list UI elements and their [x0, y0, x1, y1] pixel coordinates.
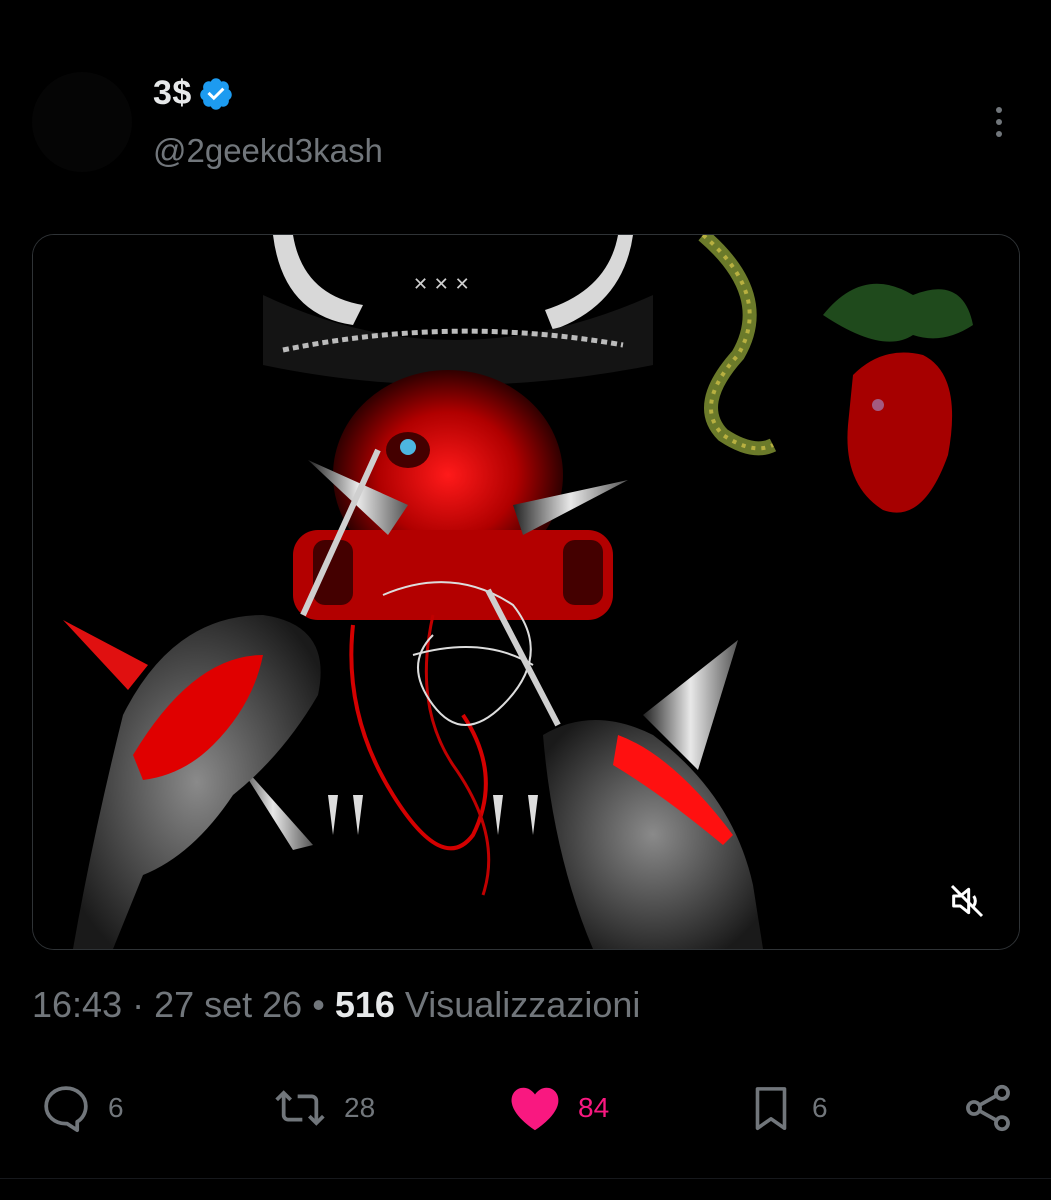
post-image-artwork: ✕ ✕ ✕	[33, 235, 1019, 949]
bookmark-icon	[755, 1087, 787, 1131]
display-name[interactable]: 3$	[153, 74, 192, 113]
repost-button[interactable]: 28	[270, 1078, 375, 1138]
post-metadata: 16:43 · 27 set 26 • 516 Visualizzazioni	[32, 984, 640, 1026]
share-icon	[966, 1084, 1010, 1132]
post-time[interactable]: 16:43	[32, 984, 122, 1025]
more-options-icon[interactable]	[984, 102, 1014, 142]
post-date[interactable]: 27 set 26	[154, 984, 302, 1025]
views-label: Visualizzazioni	[394, 984, 641, 1025]
meta-separator: ·	[122, 984, 155, 1025]
post-media[interactable]: ✕ ✕ ✕	[32, 234, 1020, 950]
repost-icon	[275, 1090, 325, 1126]
share-button[interactable]	[960, 1078, 1016, 1138]
like-count: 84	[578, 1092, 610, 1123]
verified-badge-icon	[200, 77, 232, 110]
reply-button[interactable]: 6	[38, 1078, 124, 1138]
meta-separator: •	[302, 984, 335, 1025]
avatar[interactable]	[32, 72, 132, 172]
svg-text:✕ ✕ ✕: ✕ ✕ ✕	[413, 274, 470, 295]
muted-speaker-icon[interactable]	[947, 881, 987, 921]
bookmark-count: 6	[812, 1092, 828, 1123]
reply-count: 6	[108, 1092, 124, 1123]
action-bar: 6 28 84 6	[0, 1078, 1051, 1138]
like-button[interactable]: 84	[506, 1078, 609, 1138]
repost-count: 28	[344, 1092, 376, 1123]
heart-icon	[511, 1087, 559, 1131]
bookmark-button[interactable]: 6	[744, 1078, 828, 1138]
views-count: 516	[334, 984, 395, 1025]
author-name-row[interactable]: 3$	[153, 74, 234, 113]
user-handle[interactable]: @2geekd3kash	[153, 132, 383, 170]
divider	[0, 1178, 1051, 1179]
reply-icon	[44, 1086, 88, 1133]
